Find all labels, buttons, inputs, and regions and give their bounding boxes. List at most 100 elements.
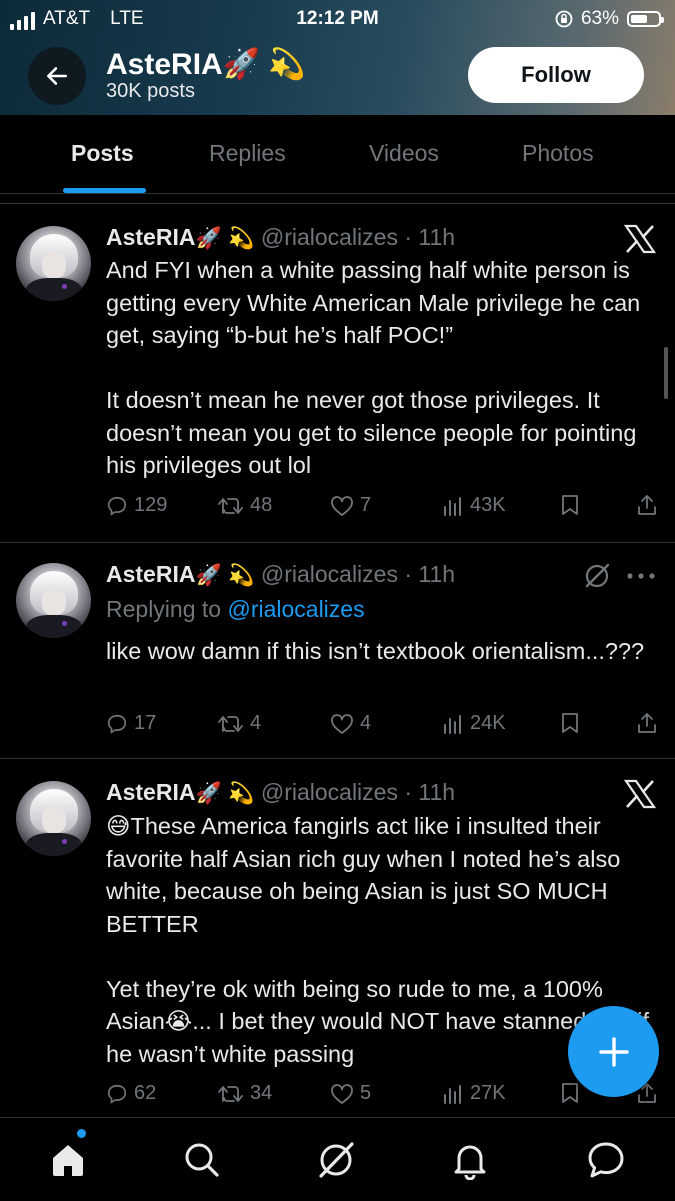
- bookmark-icon: [562, 713, 578, 733]
- views-button[interactable]: 24K: [442, 712, 506, 735]
- avatar[interactable]: [16, 563, 91, 638]
- more-dots-icon[interactable]: [626, 572, 656, 580]
- reply-icon: [107, 714, 127, 734]
- post-actions: 17 4 4 24K: [106, 712, 660, 744]
- views-button[interactable]: 43K: [442, 494, 506, 517]
- views-icon: [444, 496, 461, 516]
- home-icon: [53, 1145, 83, 1176]
- like-button[interactable]: 5: [330, 1082, 371, 1105]
- x-logo-icon: [624, 224, 656, 254]
- repost-button[interactable]: 34: [218, 1082, 272, 1105]
- author-emojis: 🚀 💫: [195, 563, 255, 587]
- reply-button[interactable]: 17: [106, 712, 156, 735]
- plus-icon: [598, 1036, 629, 1067]
- post-header: AsteRIA🚀 💫 @rialocalizes · 11h: [106, 561, 455, 588]
- share-button[interactable]: [636, 712, 658, 734]
- repost-count: 34: [250, 1082, 273, 1104]
- author-name[interactable]: AsteRIA: [106, 224, 195, 250]
- author-handle-time: @rialocalizes · 11h: [260, 779, 456, 805]
- like-count: 4: [360, 712, 372, 734]
- back-arrow-icon: [47, 67, 67, 85]
- views-button[interactable]: 27K: [442, 1082, 506, 1105]
- views-icon: [444, 714, 461, 734]
- home-notification-dot: [77, 1129, 86, 1138]
- like-button[interactable]: 7: [330, 494, 371, 517]
- replying-to: Replying to @rialocalizes: [106, 596, 365, 623]
- author-emojis: 🚀 💫: [195, 226, 255, 250]
- repost-icon: [218, 1085, 243, 1102]
- post-actions: 62 34 5 27K: [106, 1082, 660, 1114]
- author-name[interactable]: AsteRIA: [106, 561, 195, 587]
- tab-replies[interactable]: Replies: [209, 140, 286, 167]
- battery-icon: [627, 11, 664, 27]
- bookmark-button[interactable]: [560, 494, 580, 516]
- active-tab-indicator: [63, 188, 146, 193]
- profile-name: AsteRIA🚀 💫: [106, 48, 306, 81]
- reply-count: 62: [134, 1082, 157, 1104]
- scrollbar[interactable]: [664, 347, 668, 399]
- nav-search[interactable]: [180, 1138, 224, 1182]
- post-header: AsteRIA🚀 💫 @rialocalizes · 11h: [106, 779, 455, 806]
- grok-icon[interactable]: [583, 562, 611, 590]
- share-button[interactable]: [636, 494, 658, 516]
- bookmark-icon: [562, 1083, 578, 1103]
- x-logo-icon: [624, 779, 656, 809]
- repost-button[interactable]: 4: [218, 712, 261, 735]
- view-count: 43K: [470, 494, 506, 516]
- tab-photos[interactable]: Photos: [522, 140, 594, 167]
- reply-icon: [107, 1084, 127, 1104]
- view-count: 27K: [470, 1082, 506, 1104]
- nav-home[interactable]: [46, 1138, 90, 1182]
- battery-percent: 63%: [580, 8, 619, 29]
- divider: [0, 203, 675, 204]
- messages-icon: [588, 1142, 624, 1178]
- avatar[interactable]: [16, 226, 91, 301]
- profile-tabs: Posts Replies Videos Photos: [0, 115, 675, 194]
- bottom-nav: [0, 1117, 675, 1201]
- nav-messages[interactable]: [584, 1138, 628, 1182]
- bookmark-button[interactable]: [560, 712, 580, 734]
- tab-videos[interactable]: Videos: [369, 140, 439, 167]
- view-count: 24K: [470, 712, 506, 734]
- nav-notifications[interactable]: [448, 1138, 492, 1182]
- heart-icon: [331, 713, 353, 734]
- status-bar: AT&T LTE 12:12 PM 63%: [0, 6, 675, 34]
- posts-count: 30K posts: [106, 80, 195, 102]
- author-name[interactable]: AsteRIA: [106, 779, 195, 805]
- reply-button[interactable]: 62: [106, 1082, 156, 1105]
- reply-button[interactable]: 129: [106, 494, 167, 517]
- compose-button[interactable]: [568, 1006, 659, 1097]
- author-emojis: 🚀 💫: [195, 781, 255, 805]
- heart-icon: [331, 1083, 353, 1104]
- heart-icon: [331, 495, 353, 516]
- author-handle-time: @rialocalizes · 11h: [260, 224, 456, 250]
- divider: [0, 542, 675, 543]
- repost-count: 4: [250, 712, 262, 734]
- bookmark-button[interactable]: [560, 1082, 580, 1104]
- reply-icon: [107, 496, 127, 516]
- orientation-lock-icon: [555, 10, 573, 28]
- replying-to-prefix: Replying to: [106, 596, 228, 622]
- back-button[interactable]: [28, 47, 86, 105]
- avatar[interactable]: [16, 781, 91, 856]
- post-text: And FYI when a white passing half white …: [106, 257, 641, 478]
- follow-button[interactable]: Follow: [468, 47, 644, 103]
- tab-posts[interactable]: Posts: [71, 140, 134, 167]
- post-header: AsteRIA🚀 💫 @rialocalizes · 11h: [106, 224, 455, 251]
- like-count: 5: [360, 1082, 372, 1104]
- replying-to-handle[interactable]: @rialocalizes: [227, 596, 364, 622]
- nav-grok[interactable]: [314, 1138, 358, 1182]
- repost-icon: [218, 715, 243, 732]
- like-count: 7: [360, 494, 372, 516]
- author-handle-time: @rialocalizes · 11h: [260, 561, 456, 587]
- share-icon: [638, 495, 656, 515]
- bookmark-icon: [562, 495, 578, 515]
- post-actions: 129 48 7 43K: [106, 494, 660, 526]
- share-icon: [638, 713, 656, 733]
- like-button[interactable]: 4: [330, 712, 371, 735]
- divider: [0, 758, 675, 759]
- reply-count: 129: [134, 494, 168, 516]
- profile-header: AT&T LTE 12:12 PM 63% AsteRIA🚀 💫 30K pos…: [0, 0, 675, 115]
- reply-count: 17: [134, 712, 157, 734]
- repost-button[interactable]: 48: [218, 494, 272, 517]
